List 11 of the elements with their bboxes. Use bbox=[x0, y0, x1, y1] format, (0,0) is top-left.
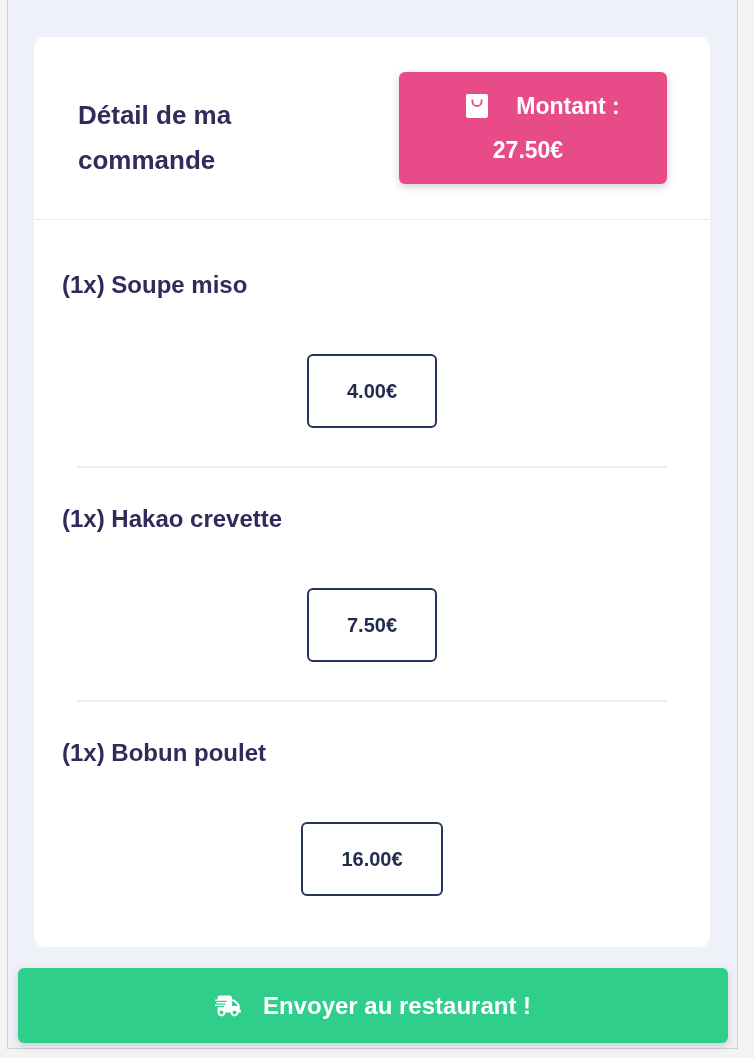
item-name: (1x) Hakao crevette bbox=[61, 504, 284, 534]
item-name: (1x) Bobun poulet bbox=[61, 738, 267, 768]
send-button[interactable]: Envoyer au restaurant ! bbox=[18, 968, 728, 1043]
order-title: Détail de ma commande bbox=[78, 99, 233, 177]
fast-truck-icon bbox=[214, 994, 241, 1017]
item-price: 4.00€ bbox=[306, 354, 438, 428]
amount-button[interactable]: Montant : 27.50€ bbox=[399, 72, 667, 184]
item-price: 7.50€ bbox=[306, 588, 438, 662]
item-name: (1x) Soupe miso bbox=[61, 270, 249, 300]
shopping-bag-icon bbox=[466, 93, 489, 118]
item-price: 16.00€ bbox=[301, 822, 443, 896]
